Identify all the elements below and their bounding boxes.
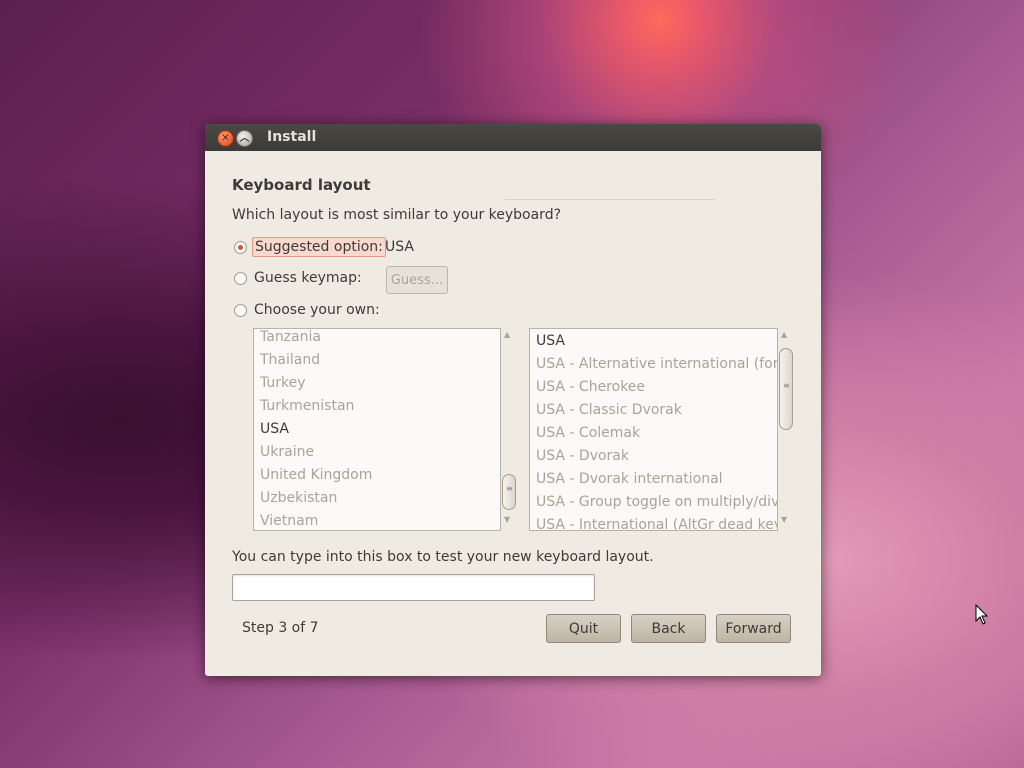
suggested-option-label[interactable]: Suggested option:	[252, 237, 386, 257]
list-item[interactable]: Turkey	[260, 375, 306, 391]
heading-divider	[505, 199, 715, 200]
scroll-up-icon[interactable]: ▲	[504, 330, 510, 339]
list-item[interactable]: USA - Alternative international (form	[536, 356, 777, 372]
list-item[interactable]: Uzbekistan	[260, 490, 337, 506]
variant-list[interactable]: USA USA - Alternative international (for…	[529, 328, 778, 531]
scroll-down-icon[interactable]: ▼	[781, 515, 787, 524]
forward-button[interactable]: Forward	[716, 614, 791, 643]
list-item[interactable]: USA - Cherokee	[536, 379, 645, 395]
layout-question: Which layout is most similar to your key…	[232, 207, 562, 223]
list-item[interactable]: Vietnam	[260, 513, 318, 529]
step-indicator: Step 3 of 7	[242, 620, 319, 636]
scrollbar-thumb[interactable]: ≡	[502, 474, 516, 510]
list-item[interactable]: USA - Group toggle on multiply/divid	[536, 494, 777, 510]
quit-button[interactable]: Quit	[546, 614, 621, 643]
variant-list-scrollbar[interactable]: ▲ ≡ ▼	[778, 328, 794, 529]
suggested-layout-value: USA	[385, 239, 414, 255]
suggested-option-radio[interactable]	[234, 241, 247, 254]
list-item[interactable]: USA - Classic Dvorak	[536, 402, 682, 418]
chevron-up-icon: ︿	[239, 132, 250, 144]
list-item[interactable]: Ukraine	[260, 444, 314, 460]
list-item[interactable]: USA - Dvorak	[536, 448, 629, 464]
install-window: ✕ ︿ Install Keyboard layout Which layout…	[205, 124, 821, 676]
list-item[interactable]: United Kingdom	[260, 467, 372, 483]
country-list-scrollbar[interactable]: ▲ ≡ ▼	[501, 328, 517, 529]
scroll-down-icon[interactable]: ▼	[504, 515, 510, 524]
guess-button[interactable]: Guess...	[386, 266, 448, 294]
list-item[interactable]: USA - Dvorak international	[536, 471, 723, 487]
scrollbar-thumb[interactable]: ≡	[779, 348, 793, 430]
country-list[interactable]: Tanzania Thailand Turkey Turkmenistan US…	[253, 328, 501, 531]
list-item[interactable]: USA - International (AltGr dead keys	[536, 517, 777, 530]
guess-keymap-radio[interactable]	[234, 272, 247, 285]
list-item[interactable]: USA - Colemak	[536, 425, 640, 441]
window-title: Install	[267, 129, 317, 145]
grip-icon: ≡	[506, 484, 513, 493]
test-box-label: You can type into this box to test your …	[232, 549, 654, 565]
page-title: Keyboard layout	[232, 176, 371, 194]
back-button[interactable]: Back	[631, 614, 706, 643]
close-icon: ✕	[221, 132, 230, 144]
list-item[interactable]: Tanzania	[260, 329, 321, 345]
scroll-up-icon[interactable]: ▲	[781, 330, 787, 339]
grip-icon: ≡	[783, 381, 790, 390]
choose-your-own-label[interactable]: Choose your own:	[254, 302, 380, 318]
list-item-selected[interactable]: USA	[536, 333, 565, 349]
keyboard-test-input[interactable]	[232, 574, 595, 601]
list-item-selected[interactable]: USA	[260, 421, 289, 437]
title-bar[interactable]: ✕ ︿ Install	[205, 124, 821, 151]
close-window-button[interactable]: ✕	[217, 130, 234, 147]
minimize-window-button[interactable]: ︿	[236, 130, 253, 147]
list-item[interactable]: Thailand	[260, 352, 320, 368]
guess-keymap-label[interactable]: Guess keymap:	[254, 270, 362, 286]
choose-your-own-radio[interactable]	[234, 304, 247, 317]
list-item[interactable]: Turkmenistan	[260, 398, 354, 414]
